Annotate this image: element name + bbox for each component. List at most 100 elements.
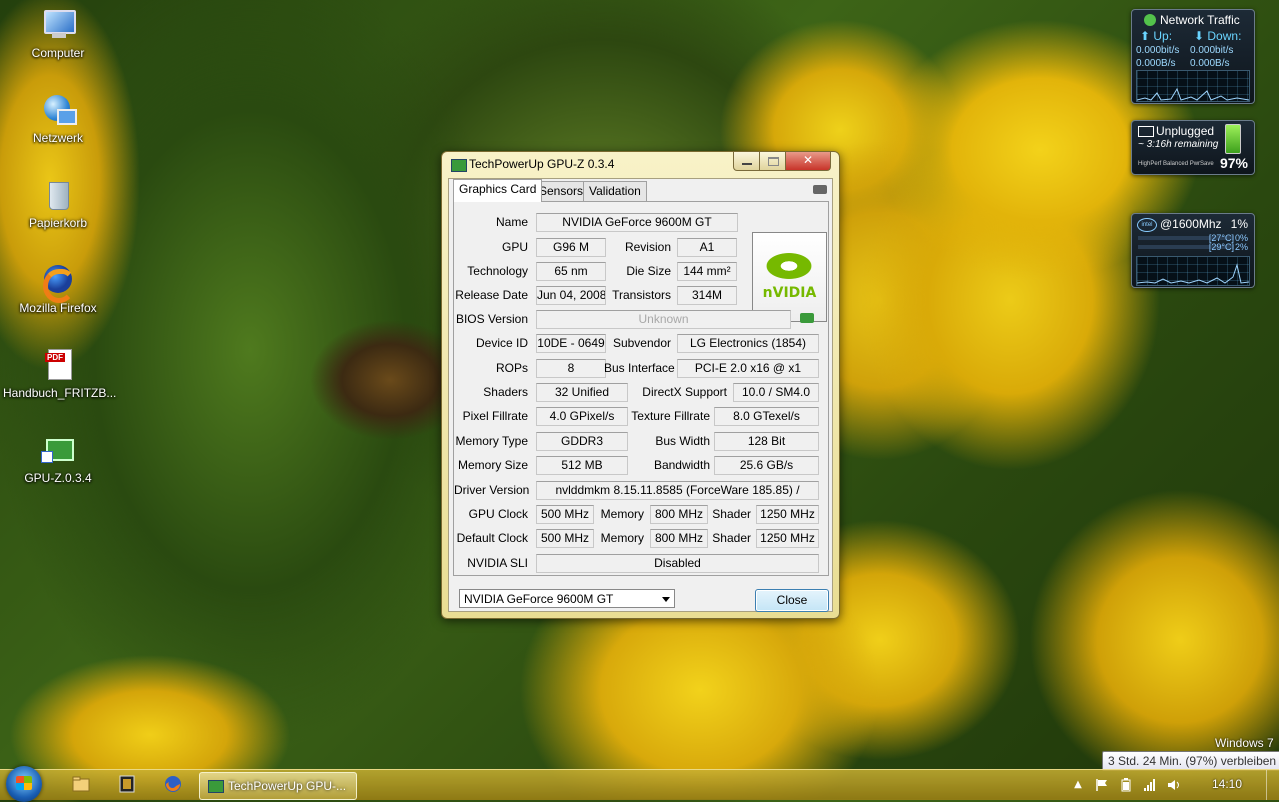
core2-load: 2% bbox=[1234, 242, 1248, 252]
bios-save-icon[interactable] bbox=[800, 313, 814, 323]
battery-tooltip: 3 Std. 24 Min. (97%) verbleiben bbox=[1102, 751, 1279, 771]
label-bios-version: BIOS Version bbox=[455, 312, 528, 326]
label-memory-size: Memory Size bbox=[457, 458, 528, 472]
field-rops: 8 bbox=[536, 359, 606, 378]
windows-logo-icon bbox=[16, 776, 32, 790]
field-bios-version: Unknown bbox=[536, 310, 791, 329]
field-directx: 10.0 / SM4.0 bbox=[733, 383, 819, 402]
battery-tray-icon[interactable] bbox=[1119, 778, 1133, 792]
field-die-size: 144 mm² bbox=[677, 262, 737, 281]
action-center-flag-icon[interactable] bbox=[1095, 778, 1109, 792]
taskbar-button-gpuz[interactable]: TechPowerUp GPU-... bbox=[199, 772, 357, 800]
label-technology: Technology bbox=[467, 264, 528, 278]
traffic-graph bbox=[1136, 70, 1250, 102]
label-rops: ROPs bbox=[495, 361, 528, 375]
field-pixel-fillrate: 4.0 GPixel/s bbox=[536, 407, 628, 426]
label-memory-type: Memory Type bbox=[455, 434, 528, 448]
upload-bits: 0.000bit/s bbox=[1136, 45, 1180, 56]
gpuz-window[interactable]: TechPowerUp GPU-Z 0.3.4 ✕ Graphics Card … bbox=[441, 151, 840, 619]
tray-expand-icon[interactable]: ▲ bbox=[1071, 778, 1085, 792]
firefox-pinned-icon[interactable] bbox=[163, 774, 183, 794]
label-release-date: Release Date bbox=[455, 288, 528, 302]
taskbar-clock[interactable]: 14:10 bbox=[1212, 777, 1242, 791]
tab-validation[interactable]: Validation bbox=[583, 181, 647, 201]
intel-logo-icon: intel bbox=[1137, 218, 1157, 232]
label-texture-fillrate: Texture Fillrate bbox=[631, 409, 710, 423]
core2-temp: [29°C] bbox=[1208, 242, 1234, 252]
network-icon bbox=[41, 93, 77, 127]
field-device-id: 10DE - 0649 bbox=[536, 334, 606, 353]
download-bits: 0.000bit/s bbox=[1190, 45, 1234, 56]
label-revision: Revision bbox=[624, 240, 671, 254]
window-close-button[interactable]: ✕ bbox=[785, 152, 831, 171]
maximize-button[interactable] bbox=[759, 152, 787, 171]
desktop-icon-computer[interactable]: Computer bbox=[3, 8, 113, 60]
download-bytes: 0.000B/s bbox=[1190, 58, 1230, 69]
field-gpu: G96 M bbox=[536, 238, 606, 257]
field-revision: A1 bbox=[677, 238, 737, 257]
label-gpu: GPU bbox=[501, 240, 528, 254]
window-client: Graphics Card Sensors Validation Name NV… bbox=[448, 178, 833, 612]
desktop-icon-network[interactable]: Netzwerk bbox=[3, 93, 113, 145]
volume-icon[interactable] bbox=[1167, 778, 1181, 792]
cpu-frequency: @1600Mhz bbox=[1160, 217, 1222, 231]
battery-remaining: ~ 3:16h remaining bbox=[1138, 139, 1219, 150]
cpu-meter-gadget[interactable]: intel @1600Mhz 1% [27°C] 0% [29°C] 2% bbox=[1131, 213, 1255, 288]
field-transistors: 314M bbox=[677, 286, 737, 305]
close-button[interactable]: Close bbox=[755, 589, 829, 612]
power-modes[interactable]: HighPerf Balanced PwrSave bbox=[1138, 161, 1214, 167]
network-signal-icon[interactable] bbox=[1143, 778, 1157, 792]
battery-percent: 97% bbox=[1219, 155, 1248, 171]
label-transistors: Transistors bbox=[612, 288, 671, 302]
battery-gadget[interactable]: Unplugged ~ 3:16h remaining HighPerf Bal… bbox=[1131, 120, 1255, 175]
field-gpu-memory: 800 MHz bbox=[650, 505, 708, 524]
explorer-pinned-icon[interactable] bbox=[71, 774, 91, 794]
media-pinned-icon[interactable] bbox=[117, 774, 137, 794]
cpu-total-load: 1% bbox=[1230, 217, 1248, 231]
desktop-icon-recycle-bin[interactable]: Papierkorb bbox=[3, 178, 113, 230]
label-directx: DirectX Support bbox=[642, 385, 727, 399]
desktop-icon-label: Computer bbox=[31, 46, 85, 60]
nvidia-logo: nVIDIA bbox=[752, 232, 827, 322]
network-traffic-gadget[interactable]: Network Traffic ⬆ Up: ⬇ Down: 0.000bit/s… bbox=[1131, 9, 1255, 104]
field-release-date: Jun 04, 2008 bbox=[536, 286, 606, 305]
label-bus-interface: Bus Interface bbox=[604, 361, 675, 375]
label-die-size: Die Size bbox=[626, 264, 671, 278]
gadget-title: Network Traffic bbox=[1160, 13, 1240, 27]
tab-graphics-card[interactable]: Graphics Card bbox=[453, 179, 543, 202]
gpuz-app-icon bbox=[208, 780, 224, 793]
card-select-dropdown[interactable]: NVIDIA GeForce 9600M GT bbox=[459, 589, 675, 608]
label-bus-width: Bus Width bbox=[655, 434, 710, 448]
field-gpu-shader: 1250 MHz bbox=[756, 505, 819, 524]
field-default-shader: 1250 MHz bbox=[756, 529, 819, 548]
label-bandwidth: Bandwidth bbox=[653, 458, 710, 472]
show-desktop-button[interactable] bbox=[1266, 770, 1279, 800]
field-shaders: 32 Unified bbox=[536, 383, 628, 402]
taskbar: TechPowerUp GPU-... ▲ 14:10 bbox=[0, 766, 1279, 802]
field-texture-fillrate: 8.0 GTexel/s bbox=[714, 407, 819, 426]
network-icon bbox=[1144, 14, 1156, 26]
card-select-value: NVIDIA GeForce 9600M GT bbox=[464, 592, 614, 606]
label-subvendor: Subvendor bbox=[612, 336, 671, 350]
taskbar-button-label: TechPowerUp GPU-... bbox=[228, 779, 347, 793]
label-default-memory: Memory bbox=[600, 531, 644, 545]
battery-level-icon bbox=[1225, 124, 1241, 154]
desktop-icon-firefox[interactable]: Mozilla Firefox bbox=[3, 263, 113, 315]
field-bandwidth: 25.6 GB/s bbox=[714, 456, 819, 475]
cpu-graph bbox=[1136, 256, 1250, 286]
label-gpu-memory: Memory bbox=[600, 507, 644, 521]
graphics-card-panel: Name NVIDIA GeForce 9600M GT nVIDIA GPU … bbox=[453, 201, 829, 576]
desktop-icon-pdf[interactable]: PDF Handbuch_FRITZB... bbox=[3, 348, 116, 400]
upload-label: ⬆ Up: bbox=[1140, 29, 1173, 43]
field-memory-size: 512 MB bbox=[536, 456, 628, 475]
start-button[interactable] bbox=[6, 766, 42, 802]
field-driver-version: nvlddmkm 8.15.11.8585 (ForceWare 185.85)… bbox=[536, 481, 819, 500]
computer-icon bbox=[41, 8, 76, 42]
minimize-button[interactable] bbox=[733, 152, 761, 171]
label-default-shader: Shader bbox=[712, 531, 751, 545]
screenshot-camera-icon[interactable] bbox=[813, 185, 827, 194]
field-bus-width: 128 Bit bbox=[714, 432, 819, 451]
label-default-clock: Default Clock bbox=[456, 531, 528, 545]
gpuz-icon bbox=[41, 433, 75, 467]
desktop-icon-gpuz[interactable]: GPU-Z.0.3.4 bbox=[3, 433, 113, 485]
